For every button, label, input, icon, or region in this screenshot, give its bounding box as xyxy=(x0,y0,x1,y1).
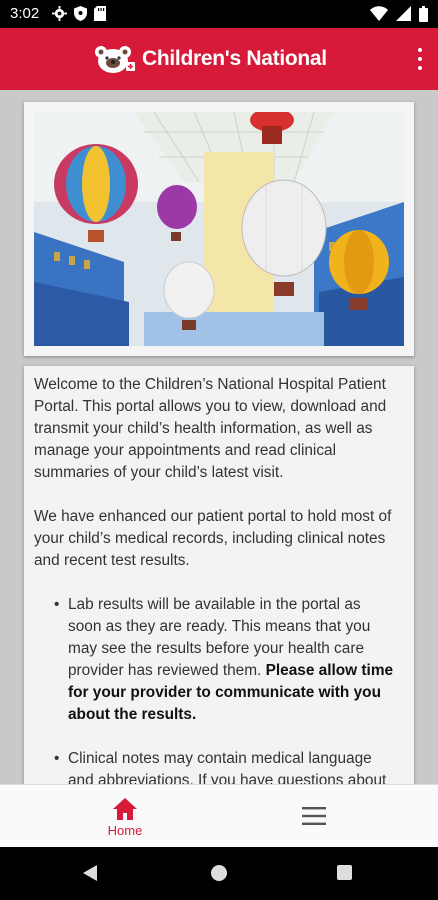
intro-paragraph-1: Welcome to the Children’s National Hospi… xyxy=(34,376,387,481)
hero-image-card xyxy=(24,102,414,356)
back-icon[interactable] xyxy=(82,864,98,882)
intro-paragraph-2: We have enhanced our patient portal to h… xyxy=(34,508,392,569)
status-time: 3:02 xyxy=(10,5,40,22)
intro-bullet-list: Lab results will be available in the por… xyxy=(54,594,398,784)
brand-name: Children's National xyxy=(142,47,327,70)
bear-logo-icon xyxy=(95,46,135,73)
battery-icon xyxy=(419,6,428,22)
system-nav-bar xyxy=(0,847,438,900)
intro-card: Welcome to the Children’s National Hospi… xyxy=(24,366,414,784)
signal-icon xyxy=(396,6,411,21)
bottom-nav: Home xyxy=(0,784,438,848)
wifi-icon xyxy=(370,6,388,21)
status-bar: 3:02 xyxy=(0,0,438,28)
gear-icon xyxy=(52,6,67,21)
shield-icon xyxy=(74,6,87,21)
bullet-clinical-notes-text: Clinical notes may contain medical langu… xyxy=(68,750,387,784)
hamburger-menu-icon[interactable] xyxy=(296,805,332,827)
home-icon xyxy=(113,798,137,820)
hero-image xyxy=(34,112,404,346)
bullet-clinical-notes: Clinical notes may contain medical langu… xyxy=(54,748,398,784)
nav-home-button[interactable]: Home xyxy=(90,795,160,843)
brand-logo: Children's National xyxy=(92,44,327,74)
home-circle-icon[interactable] xyxy=(211,865,227,881)
bullet-lab-results: Lab results will be available in the por… xyxy=(54,594,398,726)
main-content[interactable]: Welcome to the Children’s National Hospi… xyxy=(0,90,438,784)
nav-home-label: Home xyxy=(107,823,143,838)
recents-icon[interactable] xyxy=(337,865,352,880)
app-bar: Children's National xyxy=(0,28,438,90)
sd-card-icon xyxy=(94,6,106,21)
more-vertical-icon[interactable] xyxy=(416,48,424,70)
